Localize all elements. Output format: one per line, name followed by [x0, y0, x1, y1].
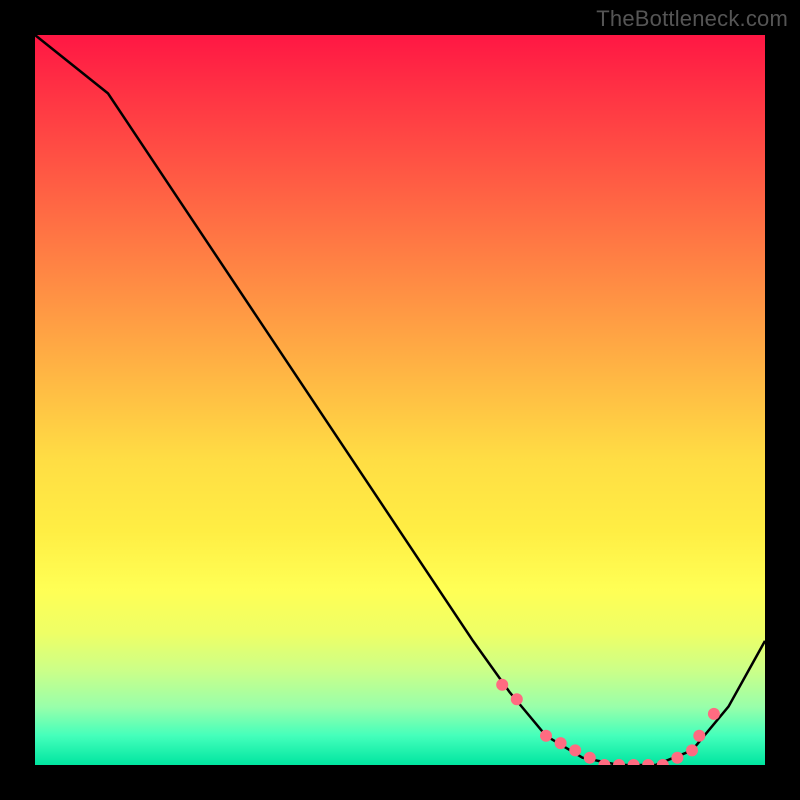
marker-dot: [708, 708, 720, 720]
marker-group: [496, 679, 720, 765]
marker-dot: [496, 679, 508, 691]
marker-dot: [584, 752, 596, 764]
marker-dot: [555, 737, 567, 749]
marker-dot: [693, 730, 705, 742]
chart-svg: [35, 35, 765, 765]
marker-dot: [598, 759, 610, 765]
marker-dot: [642, 759, 654, 765]
marker-dot: [686, 744, 698, 756]
marker-dot: [613, 759, 625, 765]
watermark-text: TheBottleneck.com: [596, 6, 788, 32]
marker-dot: [628, 759, 640, 765]
marker-dot: [569, 744, 581, 756]
marker-dot: [540, 730, 552, 742]
chart-frame: TheBottleneck.com: [0, 0, 800, 800]
plot-area: [35, 35, 765, 765]
marker-dot: [671, 752, 683, 764]
bottleneck-curve: [35, 35, 765, 765]
marker-dot: [511, 693, 523, 705]
